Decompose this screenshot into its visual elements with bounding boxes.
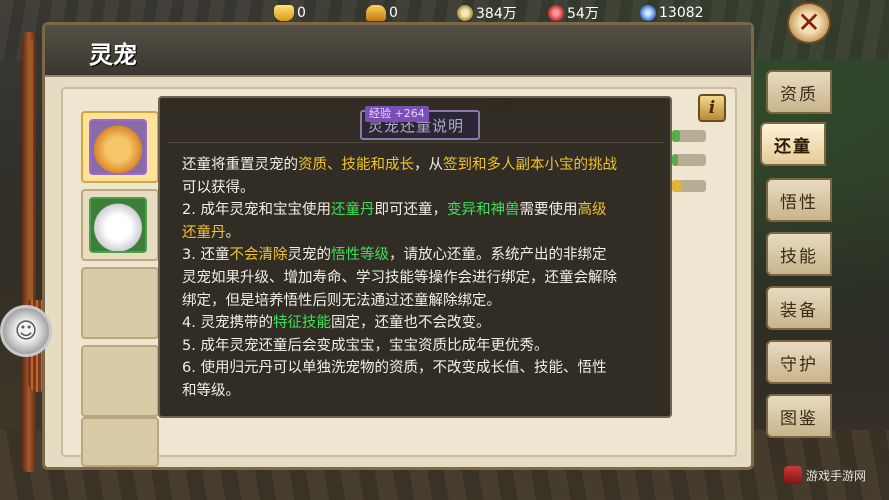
modal-text-line: 5. 成年灵宠还童后会变成宝宝，宝宝资质比成年更优秀。 <box>182 335 662 358</box>
tab-comprehension[interactable]: 悟性 <box>766 178 832 222</box>
blue-orb-icon <box>640 5 656 21</box>
modal-text-segment: 和等级。 <box>182 382 240 399</box>
modal-text-segment: 可以获得。 <box>182 179 255 196</box>
tab-aptitude[interactable]: 资质 <box>766 70 832 114</box>
tab-guardian[interactable]: 守护 <box>766 340 832 384</box>
coin-icon <box>457 5 473 21</box>
modal-text-segment: 5. 成年灵宠还童后会变成宝宝，宝宝资质比成年更优秀。 <box>182 337 549 354</box>
info-icon: i <box>708 98 716 118</box>
close-icon: ✕ <box>797 6 821 39</box>
stat-bar-3-fill <box>672 180 682 192</box>
gold-bar-icon <box>274 5 294 21</box>
watermark-logo-icon <box>784 466 802 484</box>
rabbit-pet-portrait <box>89 197 147 253</box>
modal-text-line: 还童丹。 <box>182 222 662 245</box>
gold-ingot-icon <box>366 5 386 21</box>
tab-rejuvenate[interactable]: 还童 <box>760 122 826 166</box>
watermark: 游戏手游网 <box>784 466 866 484</box>
smiley-face-icon: ☺ <box>14 318 38 344</box>
exp-gain-badge: 经验 +264 <box>365 106 429 122</box>
modal-text-segment: ，从 <box>414 157 443 173</box>
modal-text-segment: 3. 还童 <box>182 247 230 264</box>
currency-ingot-value: 0 <box>389 5 398 21</box>
modal-text-segment: 高级 <box>577 202 607 219</box>
modal-text-segment: 变异和神兽 <box>446 202 520 219</box>
rope-decoration <box>30 40 36 310</box>
pet-slot-empty-3[interactable] <box>81 417 159 467</box>
pet-slot-1[interactable] <box>81 111 159 183</box>
tab-skills[interactable]: 技能 <box>766 232 832 276</box>
currency-coin: 384万 <box>457 2 517 24</box>
modal-text-segment: ，请放心还童。系统产出的非绑定 <box>388 247 607 264</box>
modal-text-line: 灵宠如果升级、增加寿命、学习技能等操作会进行绑定，还童会解除 <box>182 267 662 290</box>
modal-text-segment: 还童丹 <box>182 224 226 241</box>
modal-text-segment: 。 <box>225 224 241 241</box>
currency-red-gem: 54万 <box>548 2 599 24</box>
modal-text-line: 4. 灵宠携带的特征技能固定，还童也不会改变。 <box>182 312 662 335</box>
currency-ingot: 0 <box>366 2 398 24</box>
modal-text-segment: 签到和多人副本小宝的挑战 <box>443 157 617 173</box>
panel-title: 灵宠 <box>89 40 137 69</box>
modal-divider <box>168 142 664 143</box>
currency-gold-value: 0 <box>297 5 306 21</box>
modal-text-segment: 还童将重置灵宠的 <box>182 157 298 173</box>
watermark-text: 游戏手游网 <box>806 468 867 483</box>
modal-text-segment: 灵宠的 <box>287 247 331 264</box>
modal-text-segment: 需要使用 <box>519 202 578 219</box>
rejuvenate-help-modal: 灵宠还童说明 经验 +264 还童将重置灵宠的资质、技能和成长，从签到和多人副本… <box>158 96 672 418</box>
modal-text-segment: 资质、技能和成长 <box>298 157 414 173</box>
close-button[interactable]: ✕ <box>787 2 831 44</box>
stat-bar-2-fill <box>672 154 678 166</box>
panel-header: 灵宠 <box>45 25 751 77</box>
tab-collection[interactable]: 图鉴 <box>766 394 832 438</box>
red-gem-icon <box>548 5 564 21</box>
modal-text-segment: 特征技能 <box>272 315 331 332</box>
modal-text-segment: 6. 使用归元丹可以单独洗宠物的资质，不改变成长值、技能、悟性 <box>182 360 607 377</box>
modal-text-segment: 即可还童， <box>374 202 447 219</box>
pet-slot-empty-1[interactable] <box>81 267 159 339</box>
modal-text-line: 还童将重置灵宠的资质、技能和成长，从签到和多人副本小宝的挑战 <box>182 154 662 177</box>
modal-text-line: 绑定，但是培养悟性后则无法通过还童解除绑定。 <box>182 290 662 313</box>
modal-text-line: 6. 使用归元丹可以单独洗宠物的资质，不改变成长值、技能、悟性 <box>182 357 662 380</box>
modal-text-line: 3. 还童不会清除灵宠的悟性等级，请放心还童。系统产出的非绑定 <box>182 244 662 267</box>
modal-text-line: 可以获得。 <box>182 177 662 200</box>
modal-text-segment: 绑定，但是培养悟性后则无法通过还童解除绑定。 <box>182 292 501 309</box>
pet-slot-empty-2[interactable] <box>81 345 159 417</box>
currency-gold: 0 <box>274 2 306 24</box>
modal-text-segment: 悟性等级 <box>330 247 389 264</box>
modal-text-line: 和等级。 <box>182 380 662 403</box>
modal-text-segment: 2. 成年灵宠和宝宝使用 <box>182 202 331 219</box>
modal-body-text: 还童将重置灵宠的资质、技能和成长，从签到和多人副本小宝的挑战可以获得。 2. 成年… <box>182 154 662 403</box>
modal-text-segment: 不会清除 <box>229 247 288 264</box>
tab-equipment[interactable]: 装备 <box>766 286 832 330</box>
modal-text-segment: 还童丹 <box>330 202 375 219</box>
player-avatar[interactable]: ☺ <box>0 305 52 357</box>
currency-red-gem-value: 54万 <box>567 6 599 22</box>
pet-slot-2[interactable] <box>81 189 159 261</box>
modal-text-segment: 4. 灵宠携带的 <box>182 315 273 332</box>
currency-coin-value: 384万 <box>476 6 517 22</box>
modal-text-segment: 固定，还童也不会改变。 <box>330 315 491 332</box>
modal-text-line: 2. 成年灵宠和宝宝使用还童丹即可还童，变异和神兽需要使用高级 <box>182 199 662 222</box>
cat-pet-portrait <box>89 119 147 175</box>
modal-text-segment: 灵宠如果升级、增加寿命、学习技能等操作会进行绑定，还童会解除 <box>182 269 617 286</box>
info-button[interactable]: i <box>698 94 726 122</box>
currency-blue-orb-value: 13082 <box>659 5 704 21</box>
currency-blue-orb: 13082 <box>640 2 704 24</box>
stat-bar-1-fill <box>672 130 680 142</box>
